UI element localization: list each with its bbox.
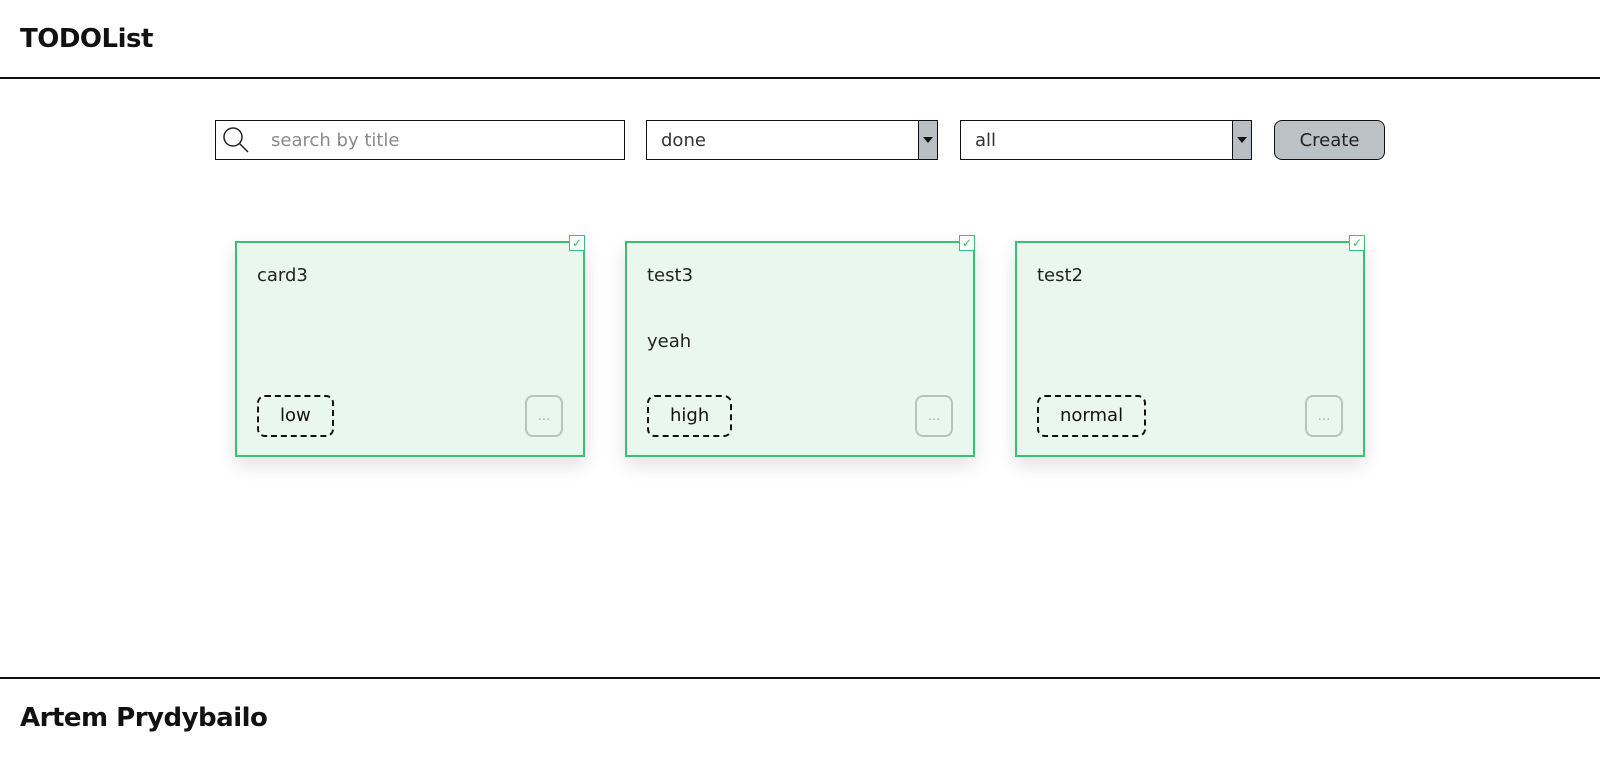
card-description: yeah [647, 331, 692, 352]
dropdown-arrow-icon[interactable] [918, 121, 937, 159]
todo-card[interactable]: ✓ test3 yeah high ... [625, 235, 975, 457]
app-header: TODOList [0, 0, 1600, 79]
card-title: test2 [1037, 265, 1084, 286]
status-filter-select[interactable]: done [646, 120, 938, 160]
priority-badge: high [647, 395, 733, 437]
priority-filter-value: all [975, 130, 997, 151]
priority-badge: low [257, 395, 334, 437]
more-options-button[interactable]: ... [1305, 395, 1343, 437]
app-footer: Artem Prydybailo [0, 677, 1600, 758]
card-title: test3 [647, 265, 694, 286]
create-button[interactable]: Create [1274, 120, 1385, 160]
app-title: TODOList [20, 24, 153, 54]
search-icon [223, 127, 249, 153]
more-options-button[interactable]: ... [915, 395, 953, 437]
priority-filter-select[interactable]: all [960, 120, 1252, 160]
done-checkbox[interactable]: ✓ [959, 235, 975, 251]
todo-card[interactable]: ✓ card3 low ... [235, 235, 585, 457]
card-title: card3 [257, 265, 308, 286]
todo-card[interactable]: ✓ test2 normal ... [1015, 235, 1365, 457]
search-box[interactable] [215, 120, 625, 160]
author-name: Artem Prydybailo [20, 703, 268, 733]
done-checkbox[interactable]: ✓ [569, 235, 585, 251]
status-filter-value: done [661, 130, 706, 151]
done-checkbox[interactable]: ✓ [1349, 235, 1365, 251]
dropdown-arrow-icon[interactable] [1232, 121, 1251, 159]
priority-badge: normal [1037, 395, 1147, 437]
more-options-button[interactable]: ... [525, 395, 563, 437]
search-input[interactable] [271, 125, 611, 155]
